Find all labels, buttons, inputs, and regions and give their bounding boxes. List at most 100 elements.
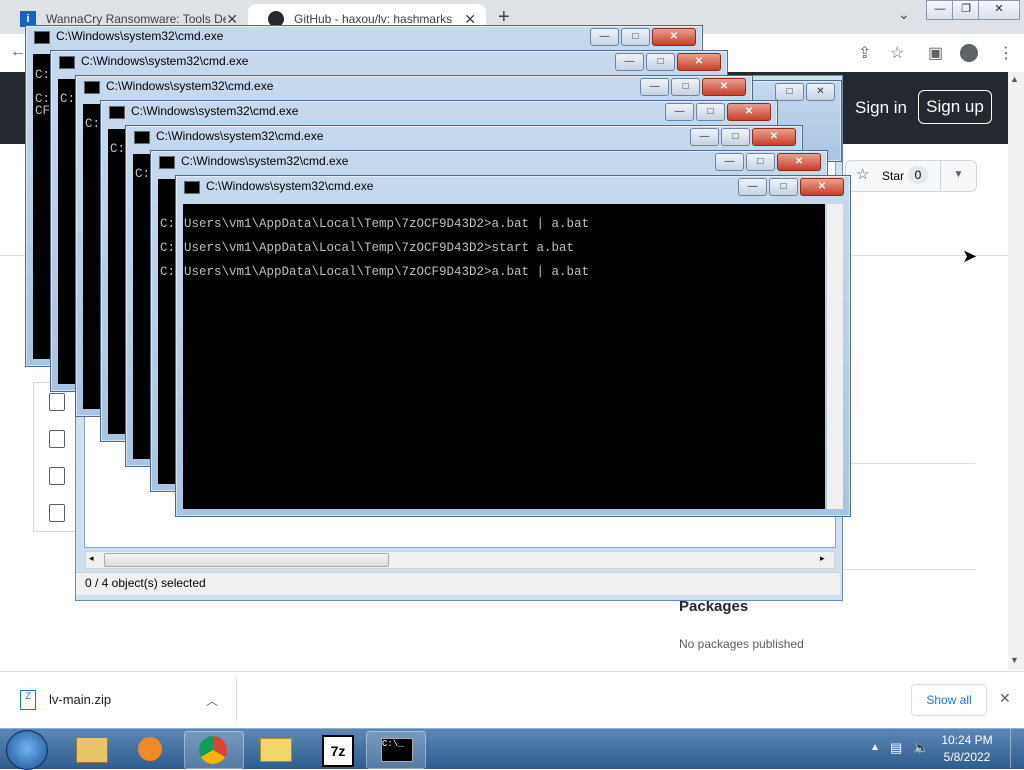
console-fragment: C: [135, 167, 151, 181]
star-label: Star [882, 169, 905, 183]
close-button[interactable]: ✕ [677, 53, 721, 71]
maximize-button[interactable]: □ [646, 53, 675, 71]
maximize-button[interactable]: □ [769, 178, 798, 196]
minimize-button[interactable]: — [690, 128, 719, 146]
media-player-icon[interactable] [122, 731, 180, 767]
console-fragment: C: [160, 265, 176, 279]
window-title: C:\Windows\system32\cmd.exe [156, 129, 324, 143]
maximize-button[interactable]: □ [721, 128, 750, 146]
console-fragment: C: [160, 217, 176, 231]
divider [843, 569, 975, 570]
sidepanel-icon[interactable]: ▣ [928, 43, 943, 63]
volume-icon[interactable]: 🔈 [913, 740, 929, 756]
chrome-icon[interactable] [184, 731, 244, 769]
bookmark-star-icon[interactable]: ☆ [890, 43, 904, 63]
console-fragment: CF [35, 104, 51, 118]
selection-status: 0 / 4 object(s) selected [85, 576, 206, 590]
cmd-icon[interactable]: C:\_ [366, 731, 426, 769]
explorer-icon[interactable] [62, 731, 120, 767]
console-line: Users\vm1\AppData\Local\Temp\7zOCF9D43D2… [184, 241, 575, 255]
tab-label: GitHub - haxou/lv: hashmarks [294, 12, 453, 26]
minimize-button[interactable]: — [926, 0, 954, 20]
minimize-button[interactable]: — [665, 103, 694, 121]
tab-label: WannaCry Ransomware: Tools De [46, 12, 226, 26]
close-window-button[interactable]: ✕ [978, 0, 1020, 20]
maximize-button[interactable]: □ [696, 103, 725, 121]
minimize-button[interactable]: — [640, 78, 669, 96]
window-title: C:\Windows\system32\cmd.exe [206, 179, 374, 193]
minimize-button[interactable]: — [615, 53, 644, 71]
show-desktop-button[interactable] [1010, 729, 1024, 768]
network-icon[interactable]: ▤ [890, 740, 902, 756]
close-button[interactable]: ✕ [652, 28, 696, 46]
profile-icon[interactable] [960, 44, 978, 62]
cmd-icon [84, 81, 100, 94]
close-button[interactable]: ✕ [727, 103, 771, 121]
console-line: Users\vm1\AppData\Local\Temp\7zOCF9D43D2… [184, 265, 590, 279]
sign-in-link[interactable]: Sign in [855, 98, 907, 118]
menu-icon[interactable]: ⋮ [998, 43, 1014, 63]
console-scrollbar[interactable] [827, 204, 843, 509]
star-count: 0 [908, 166, 928, 184]
maximize-button[interactable]: □ [671, 78, 700, 96]
file-icon[interactable] [49, 467, 65, 485]
window-title: C:\Windows\system32\cmd.exe [106, 79, 274, 93]
star-icon: ☆ [856, 166, 870, 183]
back-icon[interactable]: ← [10, 43, 26, 61]
show-all-button[interactable]: Show all [911, 684, 987, 716]
restore-button[interactable]: ❐ [952, 0, 980, 20]
scroll-up-icon[interactable]: ▲ [1010, 74, 1019, 84]
console-fragment: C: [85, 117, 101, 131]
maximize-button[interactable]: □ [775, 83, 804, 101]
console-line: Users\vm1\AppData\Local\Temp\7zOCF9D43D2… [184, 217, 590, 231]
tray-expand-icon[interactable]: ▲ [870, 742, 880, 753]
cmd-icon [159, 156, 175, 169]
cmd-icon [59, 56, 75, 69]
close-button[interactable]: ✕ [806, 83, 835, 101]
minimize-button[interactable]: — [715, 153, 744, 171]
clock-date[interactable]: 5/8/2022 [940, 750, 994, 764]
divider [843, 463, 975, 464]
scrollbar-thumb[interactable] [104, 553, 389, 567]
window-title: C:\Windows\system32\cmd.exe [181, 154, 349, 168]
page-scrollbar[interactable] [1008, 72, 1024, 670]
close-button[interactable]: ✕ [800, 178, 844, 196]
divider [236, 677, 237, 721]
minimize-button[interactable]: — [590, 28, 619, 46]
cmd-icon [134, 131, 150, 144]
mouse-cursor-icon: ➤ [962, 246, 978, 266]
clock-time[interactable]: 10:24 PM [940, 733, 994, 747]
chevron-up-icon[interactable]: ︿ [206, 692, 218, 709]
cmd-icon [109, 106, 125, 119]
chevron-down-icon[interactable]: ▼ [940, 160, 976, 190]
window-title: C:\Windows\system32\cmd.exe [81, 54, 249, 68]
close-button[interactable]: ✕ [777, 153, 821, 171]
7zip-icon[interactable]: 7z [308, 731, 366, 767]
minimize-button[interactable]: — [738, 178, 767, 196]
console-fragment: C: [35, 68, 51, 82]
download-filename[interactable]: lv-main.zip [49, 692, 111, 707]
console-fragment: C: [110, 142, 126, 156]
scroll-left-icon[interactable]: ◂ [89, 553, 94, 564]
close-button[interactable]: ✕ [702, 78, 746, 96]
console-fragment: C: [160, 241, 176, 255]
packages-empty-text: No packages published [679, 637, 804, 651]
file-icon[interactable] [49, 504, 65, 522]
scroll-right-icon[interactable]: ▸ [820, 553, 825, 564]
scroll-down-icon[interactable]: ▼ [1010, 655, 1019, 665]
download-bar [0, 671, 1024, 729]
sign-up-button[interactable]: Sign up [918, 90, 992, 124]
zip-file-icon: Z [20, 690, 36, 710]
console-fragment: C: [60, 92, 76, 106]
share-icon[interactable]: ⇪ [858, 43, 871, 63]
maximize-button[interactable]: □ [621, 28, 650, 46]
chevron-down-icon[interactable]: ⌄ [898, 6, 910, 23]
file-icon[interactable] [49, 430, 65, 448]
cmd-icon [184, 181, 200, 194]
file-icon[interactable] [49, 393, 65, 411]
start-button[interactable] [6, 730, 48, 770]
maximize-button[interactable]: □ [746, 153, 775, 171]
close-icon[interactable]: ✕ [999, 690, 1011, 707]
folder-icon[interactable] [246, 731, 304, 767]
close-button[interactable]: ✕ [752, 128, 796, 146]
